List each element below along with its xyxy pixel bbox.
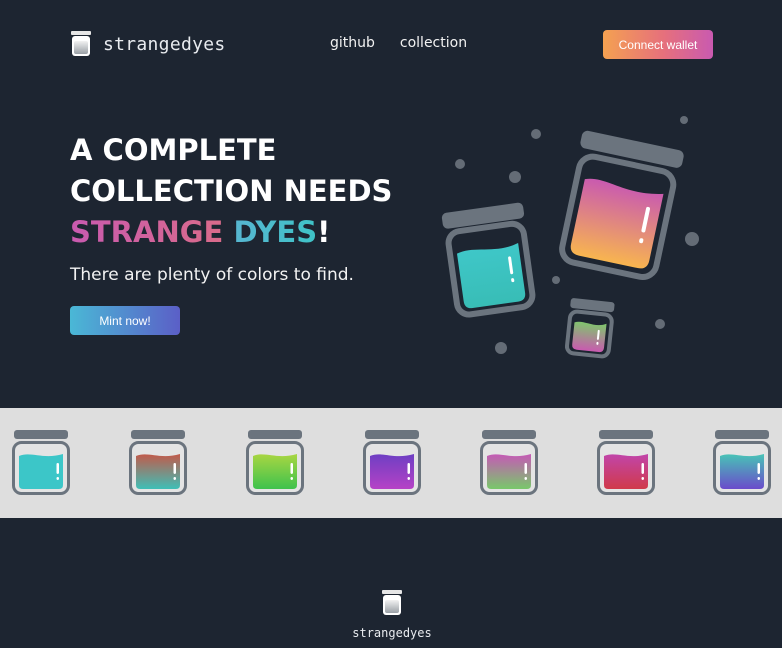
dye-jar-1[interactable] <box>11 430 71 496</box>
jar-icon <box>71 31 91 56</box>
main-nav: github collection <box>330 35 467 51</box>
dye-jar-2[interactable] <box>128 430 188 496</box>
bubble <box>552 276 560 284</box>
dye-jar-4[interactable] <box>362 430 422 496</box>
dye-jar-7[interactable] <box>712 430 772 496</box>
bubble <box>655 319 665 329</box>
headline-exclamation: ! <box>317 215 331 249</box>
header: strangedyes github collection Connect wa… <box>0 0 782 90</box>
bubble <box>509 171 521 183</box>
hero-headline: A COMPLETE COLLECTION NEEDS STRANGE DYES… <box>70 130 392 253</box>
mint-button[interactable]: Mint now! <box>70 306 180 335</box>
bubble <box>680 116 688 124</box>
hero-jars-illustration <box>441 116 699 359</box>
bubble <box>685 232 699 246</box>
connect-wallet-button[interactable]: Connect wallet <box>603 30 713 59</box>
brand-name: strangedyes <box>103 33 226 55</box>
small-jar <box>564 298 615 359</box>
bubble <box>495 342 507 354</box>
jar-collection-strip <box>0 408 782 518</box>
headline: A COMPLETE COLLECTION NEEDS STRANGE DYES… <box>70 130 392 253</box>
big-jar <box>559 130 684 281</box>
headline-dyes: DYES <box>233 215 318 249</box>
headline-strange: STRANGE <box>70 215 224 249</box>
footer-brand-name: strangedyes <box>352 626 432 640</box>
hero-tagline: There are plenty of colors to find. <box>70 265 354 285</box>
footer-logo[interactable]: strangedyes <box>352 590 432 641</box>
dye-jar-5[interactable] <box>479 430 539 496</box>
bubble <box>531 129 541 139</box>
nav-collection-link[interactable]: collection <box>400 35 467 51</box>
bubble <box>455 159 465 169</box>
mid-jar <box>441 202 536 318</box>
nav-github-link[interactable]: github <box>330 35 375 51</box>
jar-icon <box>382 590 402 615</box>
headline-line-1: A COMPLETE <box>70 133 277 167</box>
brand-logo[interactable]: strangedyes <box>70 31 226 57</box>
headline-line-2: COLLECTION NEEDS <box>70 174 393 208</box>
dye-jar-6[interactable] <box>596 430 656 496</box>
dye-jar-3[interactable] <box>245 430 305 496</box>
